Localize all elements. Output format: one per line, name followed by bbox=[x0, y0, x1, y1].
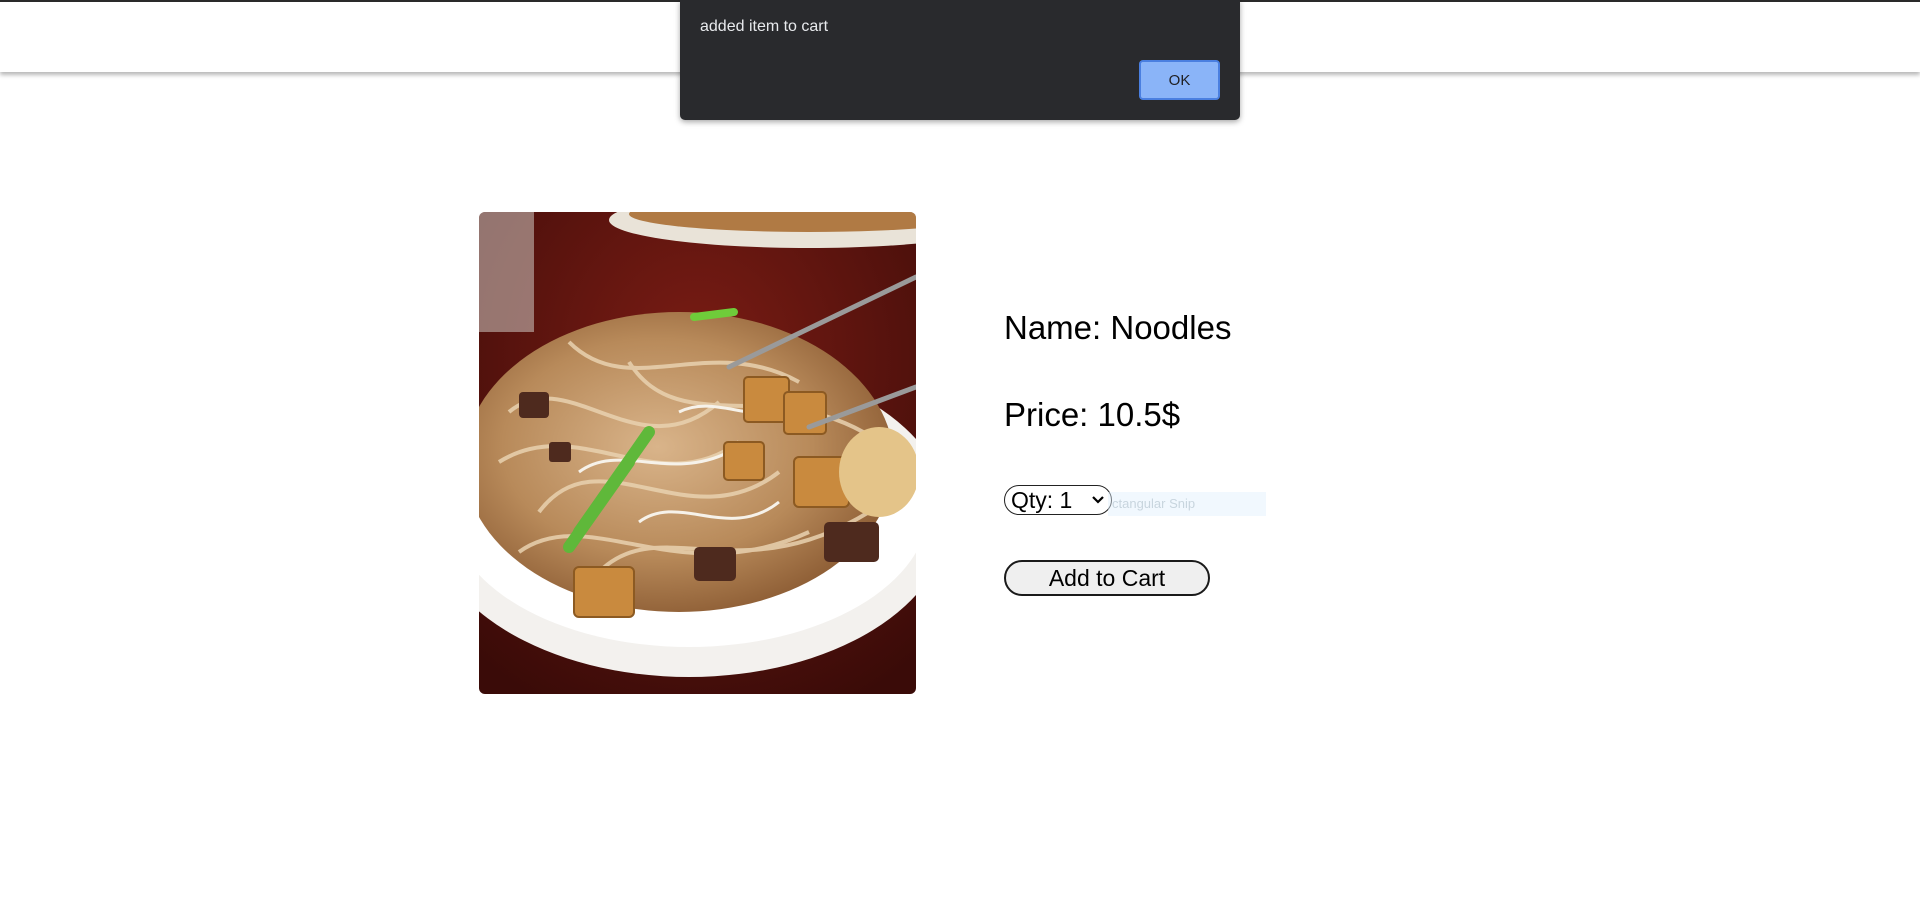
quantity-select[interactable]: Qty: 1 bbox=[1004, 485, 1112, 515]
noodles-photo bbox=[479, 212, 916, 694]
product-price: Price: 10.5$ bbox=[1004, 396, 1181, 433]
chevron-down-icon bbox=[1092, 496, 1104, 504]
product-image bbox=[479, 212, 916, 694]
snipping-tool-ghost: ctangular Snip bbox=[1108, 492, 1266, 516]
alert-ok-button[interactable]: OK bbox=[1139, 60, 1220, 100]
quantity-selected-value: Qty: 1 bbox=[1011, 486, 1073, 513]
add-to-cart-button[interactable]: Add to Cart bbox=[1004, 560, 1210, 596]
product-name: Name: Noodles bbox=[1004, 309, 1232, 346]
alert-message: added item to cart bbox=[700, 18, 829, 35]
alert-dialog: added item to cart OK bbox=[680, 0, 1240, 120]
